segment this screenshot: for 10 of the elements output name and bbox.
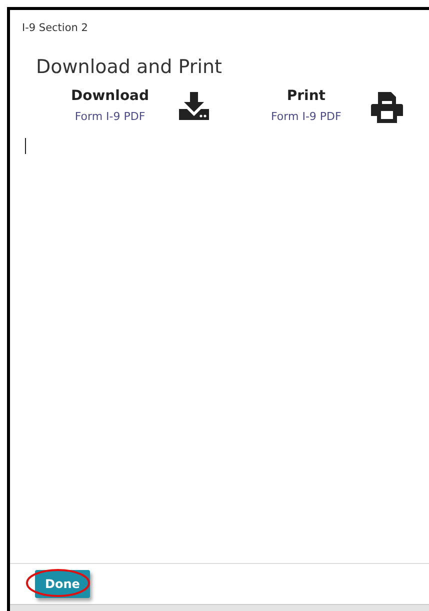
- printer-icon[interactable]: [371, 92, 404, 123]
- action-link[interactable]: Form I-9 PDF: [271, 110, 342, 123]
- annotation-ellipse: [25, 567, 91, 599]
- dialog-title: Download and Print: [36, 56, 223, 78]
- action-link[interactable]: Form I-9 PDF: [74, 110, 146, 123]
- action-label: Print: [286, 88, 326, 104]
- breadcrumb: I-9 Section 2: [22, 22, 89, 34]
- action-label: Download: [71, 88, 150, 104]
- text-cursor: [25, 138, 26, 154]
- download-icon[interactable]: [179, 92, 210, 120]
